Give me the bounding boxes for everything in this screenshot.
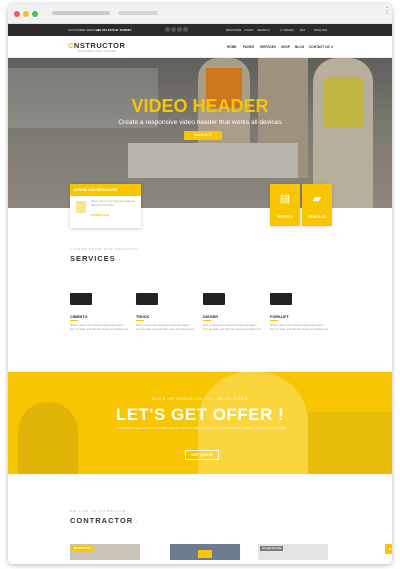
excavator-icon <box>203 293 225 305</box>
download-brochure-text: Where I came to be closed the books and … <box>91 200 136 207</box>
service-text: When I came to be closed the books and p… <box>136 324 194 331</box>
browser-chrome: ⋮ <box>8 4 392 24</box>
close-window-icon[interactable] <box>14 11 20 17</box>
contractor-card-chrome[interactable]: Google Chrome <box>258 544 328 560</box>
search-icon[interactable]: ⌕ <box>331 44 333 49</box>
google-plus-icon[interactable] <box>177 27 182 32</box>
service-text: When I came to be closed the books and p… <box>270 324 328 331</box>
download-brochure-heading: DOWNLOAD BROCHURE <box>70 184 141 196</box>
language-selector[interactable]: ENGLISH <box>314 28 327 32</box>
dump-truck-icon <box>136 293 158 305</box>
nav-item-shop[interactable]: SHOP <box>281 45 290 49</box>
cart-price: $00 <box>300 28 306 32</box>
nav-item-home[interactable]: HOME <box>227 45 237 49</box>
services-kicker: THINGS FROM OUR OFFERING <box>70 247 139 251</box>
contractor-card-tag: Google Chrome <box>260 546 284 551</box>
nav-item-services[interactable]: SERVICES <box>260 45 276 49</box>
service-underline <box>203 320 211 321</box>
service-item-cimento: CIMENTO When I came to be closed the boo… <box>70 293 128 331</box>
contractor-title: CONTRACTOR ▪ <box>70 516 139 525</box>
vehicles-tile-label: VEHICLES <box>308 215 326 219</box>
service-text: When I came to be closed the books and p… <box>70 324 128 331</box>
minimize-window-icon[interactable] <box>23 11 29 17</box>
hero-title: VIDEO HEADER <box>131 96 269 116</box>
nav-item-pages[interactable]: PAGES <box>243 45 254 49</box>
scroll-to-top-button[interactable]: ▲ <box>385 544 392 554</box>
browser-window: ⋮ CUSTOMER SERVICE: +90 044 9779 31 TURK… <box>8 4 392 564</box>
facebook-icon[interactable] <box>165 27 170 32</box>
more-menu-icon[interactable]: ⋮ <box>383 7 391 15</box>
main-navbar: CNSTRUCTOR BUILDING A NEW FUTURE HOME PA… <box>8 36 392 58</box>
contractor-card-vehicle <box>198 550 212 558</box>
contractor-card-tag: MAIN OFFICE <box>72 546 93 551</box>
download-brochure-card: DOWNLOAD BROCHURE Where I came to be clo… <box>70 184 141 228</box>
nav-item-contact[interactable]: CONTACT US <box>309 45 330 49</box>
offer-section: MORE INFORMATION FILL UP TO FORM LET'S G… <box>8 372 392 474</box>
hero-video-header: VIDEO HEADER Create a responsive video h… <box>8 58 392 208</box>
forklift-icon <box>270 293 292 305</box>
service-underline <box>270 320 278 321</box>
cart-items[interactable]: 1 ITEM(S) <box>280 28 294 32</box>
top-info-bar: CUSTOMER SERVICE: +90 044 9779 31 TURKEY… <box>8 24 392 36</box>
social-links <box>165 27 189 33</box>
get-quote-button[interactable]: GET QUOTE <box>185 450 219 460</box>
service-tile-label: SERVICE <box>277 215 293 219</box>
register-link[interactable]: REGISTER <box>226 28 241 32</box>
service-tile[interactable]: ▤ SERVICE <box>270 184 300 226</box>
instagram-icon[interactable] <box>183 27 188 32</box>
offer-text: Full flexibility to add and edit a theme… <box>117 427 287 430</box>
hero-subtitle: Create a responsive video header that wo… <box>118 119 282 126</box>
service-underline <box>136 320 144 321</box>
site-logo[interactable]: CNSTRUCTOR <box>68 41 125 50</box>
browser-tab[interactable] <box>52 11 110 15</box>
service-item-forklift: FORKLIFT When I came to be closed the bo… <box>270 293 328 331</box>
login-link[interactable]: LOGIN <box>244 28 253 32</box>
address-bar[interactable] <box>118 11 158 15</box>
maximize-window-icon[interactable] <box>32 11 38 17</box>
brochure-document-icon <box>76 201 86 213</box>
service-item-digger: DIGGER When I came to be closed the book… <box>203 293 261 331</box>
service-name[interactable]: CIMENTO <box>70 315 128 319</box>
service-name[interactable]: FORKLIFT <box>270 315 328 319</box>
document-icon: ▤ <box>279 193 291 205</box>
watch-it-button[interactable]: WATCH IT <box>184 131 222 140</box>
vehicles-tile[interactable]: ▰ VEHICLES <box>302 184 332 226</box>
cement-mixer-icon <box>70 293 92 305</box>
service-underline <box>70 320 78 321</box>
phone-number[interactable]: +90 044 9779 31 TURKEY <box>96 28 132 32</box>
download-link[interactable]: DOWNLOAD <box>91 213 109 217</box>
service-item-truck: TRUCK When I came to be closed the books… <box>136 293 194 331</box>
service-name[interactable]: TRUCK <box>136 315 194 319</box>
offer-kicker: MORE INFORMATION FILL UP TO FORM <box>151 397 249 401</box>
twitter-icon[interactable] <box>171 27 176 32</box>
contractor-card[interactable] <box>170 544 240 560</box>
contractor-kicker: WE LIKE TO INTRODUCE <box>70 509 126 513</box>
offer-title: LET'S GET OFFER ! <box>115 405 285 424</box>
service-name[interactable]: DIGGER <box>203 315 261 319</box>
truck-icon: ▰ <box>312 193 322 205</box>
search-link[interactable]: SEARCH <box>257 28 270 32</box>
nav-item-blog[interactable]: BLOG <box>295 45 304 49</box>
logo-tagline: BUILDING A NEW FUTURE <box>78 50 117 53</box>
services-title: SERVICES ▪ <box>70 254 122 263</box>
contractor-card-main-office[interactable]: MAIN OFFICE <box>70 544 140 560</box>
service-text: When I came to be closed the books and p… <box>203 324 261 331</box>
